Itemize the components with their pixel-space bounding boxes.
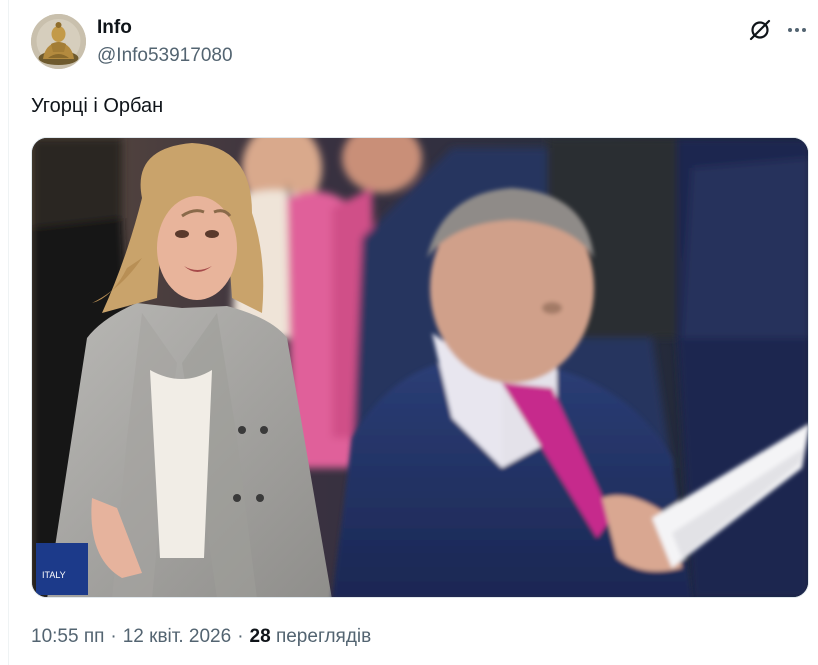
tweet-text: Угорці і Орбан bbox=[31, 95, 164, 117]
grok-icon bbox=[749, 19, 771, 41]
tweet-photo[interactable]: ITALY bbox=[31, 137, 809, 598]
tweet-meta: 10:55 пп · 12 квіт. 2026 · 28 переглядів bbox=[31, 624, 371, 650]
tweet-date[interactable]: 12 квіт. 2026 bbox=[123, 626, 231, 647]
buddha-statue-avatar-icon bbox=[31, 14, 86, 69]
more-icon bbox=[788, 28, 806, 32]
tweet-time[interactable]: 10:55 пп bbox=[31, 626, 104, 647]
avatar[interactable] bbox=[31, 14, 86, 69]
italy-sign-text: ITALY bbox=[42, 570, 66, 580]
views-count[interactable]: 28 bbox=[250, 626, 271, 647]
separator: · bbox=[110, 626, 117, 647]
views-label: переглядів bbox=[275, 626, 372, 647]
more-options-button[interactable] bbox=[783, 16, 811, 44]
photo-scene: ITALY bbox=[32, 138, 808, 597]
tweet: Info @Info53917080 Угорці і Орбан ITALY … bbox=[0, 0, 818, 665]
separator: · bbox=[237, 626, 244, 647]
display-name[interactable]: Info bbox=[97, 16, 132, 40]
grok-button[interactable] bbox=[746, 16, 774, 44]
italy-sign: ITALY bbox=[36, 543, 88, 595]
user-handle[interactable]: @Info53917080 bbox=[97, 44, 233, 68]
